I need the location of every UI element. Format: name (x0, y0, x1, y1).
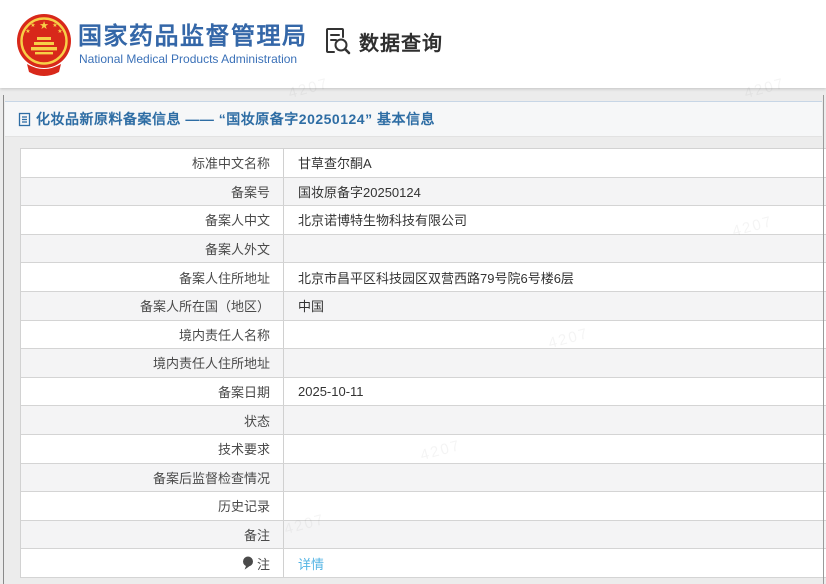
row-value: 中国 (284, 292, 826, 320)
row-label: 标准中文名称 (21, 149, 284, 177)
svg-text:★: ★ (30, 22, 35, 29)
row-value (284, 349, 826, 377)
row-value (284, 435, 826, 463)
row-value (284, 235, 826, 263)
table-row: 备案号 国妆原备字20250124 (21, 178, 826, 207)
table-row: 备案日期 2025-10-11 (21, 378, 826, 407)
row-value (284, 464, 826, 492)
row-label: 境内责任人住所地址 (21, 349, 284, 377)
svg-text:★: ★ (25, 28, 30, 35)
row-value (284, 321, 826, 349)
table-row: 备案后监督检查情况 (21, 464, 826, 493)
site-header: ★ ★ ★ ★ ★ 国家药品监督管理局 National Medical Pro… (0, 0, 826, 88)
row-label: 备案人外文 (21, 235, 284, 263)
table-row: 备注 (21, 521, 826, 550)
agency-name-cn: 国家药品监督管理局 (78, 16, 308, 51)
detail-link[interactable]: 详情 (298, 554, 324, 573)
table-row: 备案人所在国（地区） 中国 (21, 292, 826, 321)
row-label: 状态 (21, 406, 284, 434)
table-row: 注 详情 (21, 549, 826, 578)
right-edge-line (823, 95, 824, 584)
document-icon (18, 112, 31, 127)
title-bar: 化妆品新原料备案信息 —— “国妆原备字20250124” 基本信息 (5, 101, 822, 137)
row-value: 详情 (284, 549, 826, 577)
row-value: 甘草查尔酮A (284, 149, 826, 177)
row-label: 备案人所在国（地区） (21, 292, 284, 320)
row-value (284, 492, 826, 520)
row-label: 备注 (21, 521, 284, 549)
svg-text:★: ★ (57, 28, 62, 35)
svg-text:★: ★ (52, 22, 57, 29)
row-label: 技术要求 (21, 435, 284, 463)
row-label: 备案号 (21, 178, 284, 206)
row-value (284, 521, 826, 549)
svg-text:★: ★ (39, 20, 49, 32)
row-value: 北京诺博特生物科技有限公司 (284, 206, 826, 234)
row-label: 备案人住所地址 (21, 263, 284, 291)
table-row: 标准中文名称 甘草查尔酮A (21, 149, 826, 178)
table-row: 历史记录 (21, 492, 826, 521)
data-query-icon (322, 26, 352, 56)
row-label: 备案日期 (21, 378, 284, 406)
balloon-icon (242, 556, 254, 571)
row-value (284, 406, 826, 434)
table-row: 境内责任人住所地址 (21, 349, 826, 378)
table-row: 备案人住所地址 北京市昌平区科技园区双营西路79号院6号楼6层 (21, 263, 826, 292)
data-query-label: 数据查询 (359, 27, 443, 56)
row-label: 备案人中文 (21, 206, 284, 234)
row-label: 境内责任人名称 (21, 321, 284, 349)
table-row: 技术要求 (21, 435, 826, 464)
agency-name-en: National Medical Products Administration (79, 52, 297, 66)
row-label: 注 (21, 549, 284, 577)
data-query-nav[interactable]: 数据查询 (322, 26, 443, 56)
basic-info-table: 标准中文名称 甘草查尔酮A 备案号 国妆原备字20250124 备案人中文 (20, 148, 826, 578)
row-value: 北京市昌平区科技园区双营西路79号院6号楼6层 (284, 263, 826, 291)
page: ★ ★ ★ ★ ★ 国家药品监督管理局 National Medical Pro… (0, 0, 826, 584)
table-row: 备案人中文 北京诺博特生物科技有限公司 (21, 206, 826, 235)
table-row: 状态 (21, 406, 826, 435)
row-value: 国妆原备字20250124 (284, 178, 826, 206)
row-value: 2025-10-11 (284, 378, 826, 406)
page-title: 化妆品新原料备案信息 —— “国妆原备字20250124” 基本信息 (36, 109, 435, 129)
table-row: 备案人外文 (21, 235, 826, 264)
row-label: 历史记录 (21, 492, 284, 520)
national-emblem-icon: ★ ★ ★ ★ ★ (15, 10, 73, 78)
left-edge-line (3, 95, 4, 584)
table-row: 境内责任人名称 (21, 321, 826, 350)
row-label: 备案后监督检查情况 (21, 464, 284, 492)
